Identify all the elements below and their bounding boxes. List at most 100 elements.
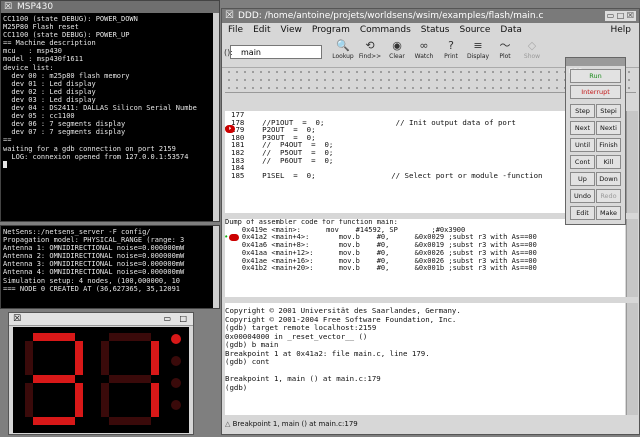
nexti-button[interactable]: Nexti — [596, 121, 621, 135]
display-button[interactable]: ≡ Display — [465, 39, 491, 60]
undo-button[interactable]: Undo — [570, 189, 595, 203]
console-line: (gdb) — [225, 382, 248, 392]
msp430-output: CC1100 (state DEBUG): POWER_DOWN M25P80 F… — [3, 15, 213, 219]
menu-edit[interactable]: Edit — [253, 23, 270, 37]
interrupt-button[interactable]: Interrupt — [570, 85, 621, 99]
terminal-line: dev 04 : DS2411: DALLAS Silicon Serial N… — [3, 104, 197, 113]
menu-status[interactable]: Status — [421, 23, 450, 37]
print-icon: ? — [448, 39, 454, 52]
menu-file[interactable]: File — [228, 23, 243, 37]
menu-commands[interactable]: Commands — [360, 23, 411, 37]
lookup-button[interactable]: 🔍 Lookup — [330, 39, 356, 60]
segment-titlebar[interactable]: ☒ ▭ □ — [9, 313, 193, 326]
step-button[interactable]: Step — [570, 104, 595, 118]
terminal-line: === NODE 0 CREATED AT (36,627365, 35,120… — [3, 284, 181, 293]
line-text: P1SEL = 0; // Select port or module -fun… — [244, 170, 543, 180]
terminal-line: M25P80 Flash reset — [3, 23, 79, 32]
netsens-scrollbar[interactable] — [213, 226, 219, 308]
toolbar-label: Find>> — [358, 53, 382, 60]
status-icon: △ — [225, 420, 231, 428]
find-button[interactable]: ⟲ Find>> — [357, 39, 383, 60]
terminal-line: NetSens::/netsens_server -F config/ — [3, 228, 151, 236]
terminal-line: dev 05 : cc1100 — [3, 112, 75, 121]
segment-display — [13, 327, 189, 433]
segment-g — [33, 375, 75, 383]
find-icon: ⟲ — [365, 39, 375, 52]
print-button[interactable]: ? Print — [438, 39, 464, 60]
msp430-terminal-window[interactable]: ☒ MSP430 CC1100 (state DEBUG): POWER_DOW… — [0, 0, 220, 222]
status-line: △ Breakpoint 1, main () at main.c:179 — [225, 417, 625, 431]
toolbar-label: Plot — [499, 53, 511, 60]
console-line: (gdb) cont — [225, 357, 270, 366]
segment-a — [33, 333, 75, 341]
status-text: Breakpoint 1, main () at main.c:179 — [232, 420, 358, 428]
machine-code-scrollbar[interactable] — [626, 219, 638, 297]
command-tool-titlebar[interactable]: DDD — [566, 58, 625, 75]
terminal-line: dev 02 : Led display — [3, 87, 96, 96]
watch-button[interactable]: ∞ Watch — [411, 39, 437, 60]
run-button[interactable]: Run — [570, 69, 621, 83]
netsens-terminal-window[interactable]: NetSens::/netsens_server -F config/Propa… — [0, 225, 220, 309]
toolbar-label: Watch — [414, 53, 434, 60]
digit-1 — [101, 333, 159, 425]
window-menu-icon[interactable]: ☒ — [3, 2, 13, 12]
until-button[interactable]: Until — [570, 138, 595, 152]
menu-help[interactable]: Help — [610, 23, 639, 37]
segment-d — [109, 417, 151, 425]
asm-line[interactable]: 0x41b2 <main+20>: mov.b #0, &0x001b ;sub… — [225, 264, 625, 273]
terminal-line: LOG: connexion opened from 127.0.0.1:535… — [3, 152, 189, 161]
msp430-scrollbar[interactable] — [213, 13, 219, 221]
ddd-titlebar[interactable]: ☒ DDD: /home/antoine/projets/worldsens/w… — [222, 9, 639, 23]
command-tool[interactable]: DDD Run Interrupt StepStepiNextNextiUnti… — [565, 57, 626, 225]
close-icon[interactable]: ☒ — [13, 314, 21, 324]
msp430-titlebar[interactable]: ☒ MSP430 — [1, 1, 219, 13]
window-menu-icon[interactable]: ☒ — [225, 9, 234, 23]
netsens-output: NetSens::/netsens_server -F config/Propa… — [3, 228, 213, 308]
green-arrow-icon: ➔ — [225, 232, 228, 242]
up-button[interactable]: Up — [570, 172, 595, 186]
next-button[interactable]: Next — [570, 121, 595, 135]
terminal-line: == — [3, 136, 12, 145]
ddd-menubar: File Edit View Program Commands Status Source D… — [222, 23, 639, 37]
terminal-line: CC1100 (state DEBUG): POWER_DOWN — [3, 15, 138, 23]
finish-button[interactable]: Finish — [596, 138, 621, 152]
clear-button[interactable]: ◉ Clear — [384, 39, 410, 60]
seven-segment-window[interactable]: ☒ ▭ □ — [8, 312, 194, 435]
window-controls-icon[interactable]: ▭ □ ☒ — [604, 11, 636, 21]
show-icon: ◇ — [527, 39, 537, 52]
line-number: 185 — [231, 170, 245, 180]
minimize-icon[interactable]: ▭ — [163, 314, 171, 324]
terminal-line: Propagation model: PHYSICAL_RANGE (range… — [3, 236, 185, 245]
terminal-line: model : msp430f1611 — [3, 55, 84, 64]
plot-button[interactable]: 〜 Plot — [492, 39, 518, 60]
menu-source[interactable]: Source — [459, 23, 490, 37]
argument-value: main — [241, 48, 261, 57]
terminal-line: dev 03 : Led display — [3, 95, 96, 104]
console-line: 0x00004000 in _reset_vector__ () — [225, 331, 368, 341]
machine-code-pane[interactable]: Dump of assembler code for function main… — [225, 219, 625, 297]
gdb-console[interactable]: Copyright © 2001 Universität des Saarlan… — [225, 303, 625, 415]
terminal-line: Antenna 2: OMNIDIRECTIONAL noise=0.00000… — [3, 252, 185, 261]
status-led — [171, 378, 181, 388]
status-leds — [171, 334, 181, 410]
kill-button[interactable]: Kill — [596, 155, 621, 169]
down-button[interactable]: Down — [596, 172, 621, 186]
segment-c — [75, 383, 83, 417]
argument-field[interactable]: (): main — [224, 45, 322, 59]
redo-button[interactable]: Redo — [596, 189, 621, 203]
menu-data[interactable]: Data — [500, 23, 522, 37]
make-button[interactable]: Make — [596, 206, 621, 220]
status-led — [171, 356, 181, 366]
segment-c — [151, 383, 159, 417]
menu-program[interactable]: Program — [312, 23, 350, 37]
console-scrollbar[interactable] — [626, 303, 638, 415]
maximize-icon[interactable]: □ — [179, 314, 187, 324]
edit-button[interactable]: Edit — [570, 206, 595, 220]
terminal-line: device list: — [3, 63, 54, 72]
display-icon: ≡ — [473, 39, 483, 52]
stepi-button[interactable]: Stepi — [596, 104, 621, 118]
show-button[interactable]: ◇ Show — [519, 39, 545, 60]
menu-view[interactable]: View — [281, 23, 302, 37]
cont-button[interactable]: Cont — [570, 155, 595, 169]
source-scrollbar[interactable] — [626, 111, 638, 213]
